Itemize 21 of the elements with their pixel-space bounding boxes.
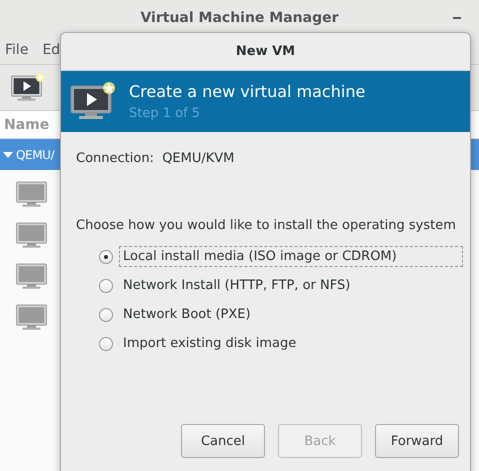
radio-button[interactable] xyxy=(99,250,113,264)
radio-button[interactable] xyxy=(99,308,113,322)
expander-icon[interactable] xyxy=(3,150,13,158)
dialog-button[interactable]: Forward xyxy=(375,424,459,458)
option-label[interactable]: Local install media (ISO image or CDROM) xyxy=(119,246,463,267)
new-vm-icon[interactable] xyxy=(10,72,46,102)
install-prompt: Choose how you would like to install the operating system xyxy=(76,218,457,233)
connection-label: Connection: QEMU/KVM xyxy=(76,151,236,166)
option-label[interactable]: Network Boot (PXE) xyxy=(119,304,463,325)
dialog-button[interactable]: Cancel xyxy=(181,424,265,458)
radio-button[interactable] xyxy=(99,278,113,292)
step-label: Step 1 of 5 xyxy=(129,106,202,121)
menu-item[interactable]: Ed xyxy=(42,42,60,58)
option-label[interactable]: Network Install (HTTP, FTP, or NFS) xyxy=(119,275,463,296)
window-title: Virtual Machine Manager xyxy=(140,10,339,26)
menu-item[interactable]: File xyxy=(5,42,28,58)
monitor-icon xyxy=(69,82,117,122)
option-label[interactable]: Import existing disk image xyxy=(119,333,463,354)
radio-button[interactable] xyxy=(99,336,113,350)
header-title: Create a new virtual machine xyxy=(129,82,366,101)
dialog-title: New VM xyxy=(236,44,296,59)
